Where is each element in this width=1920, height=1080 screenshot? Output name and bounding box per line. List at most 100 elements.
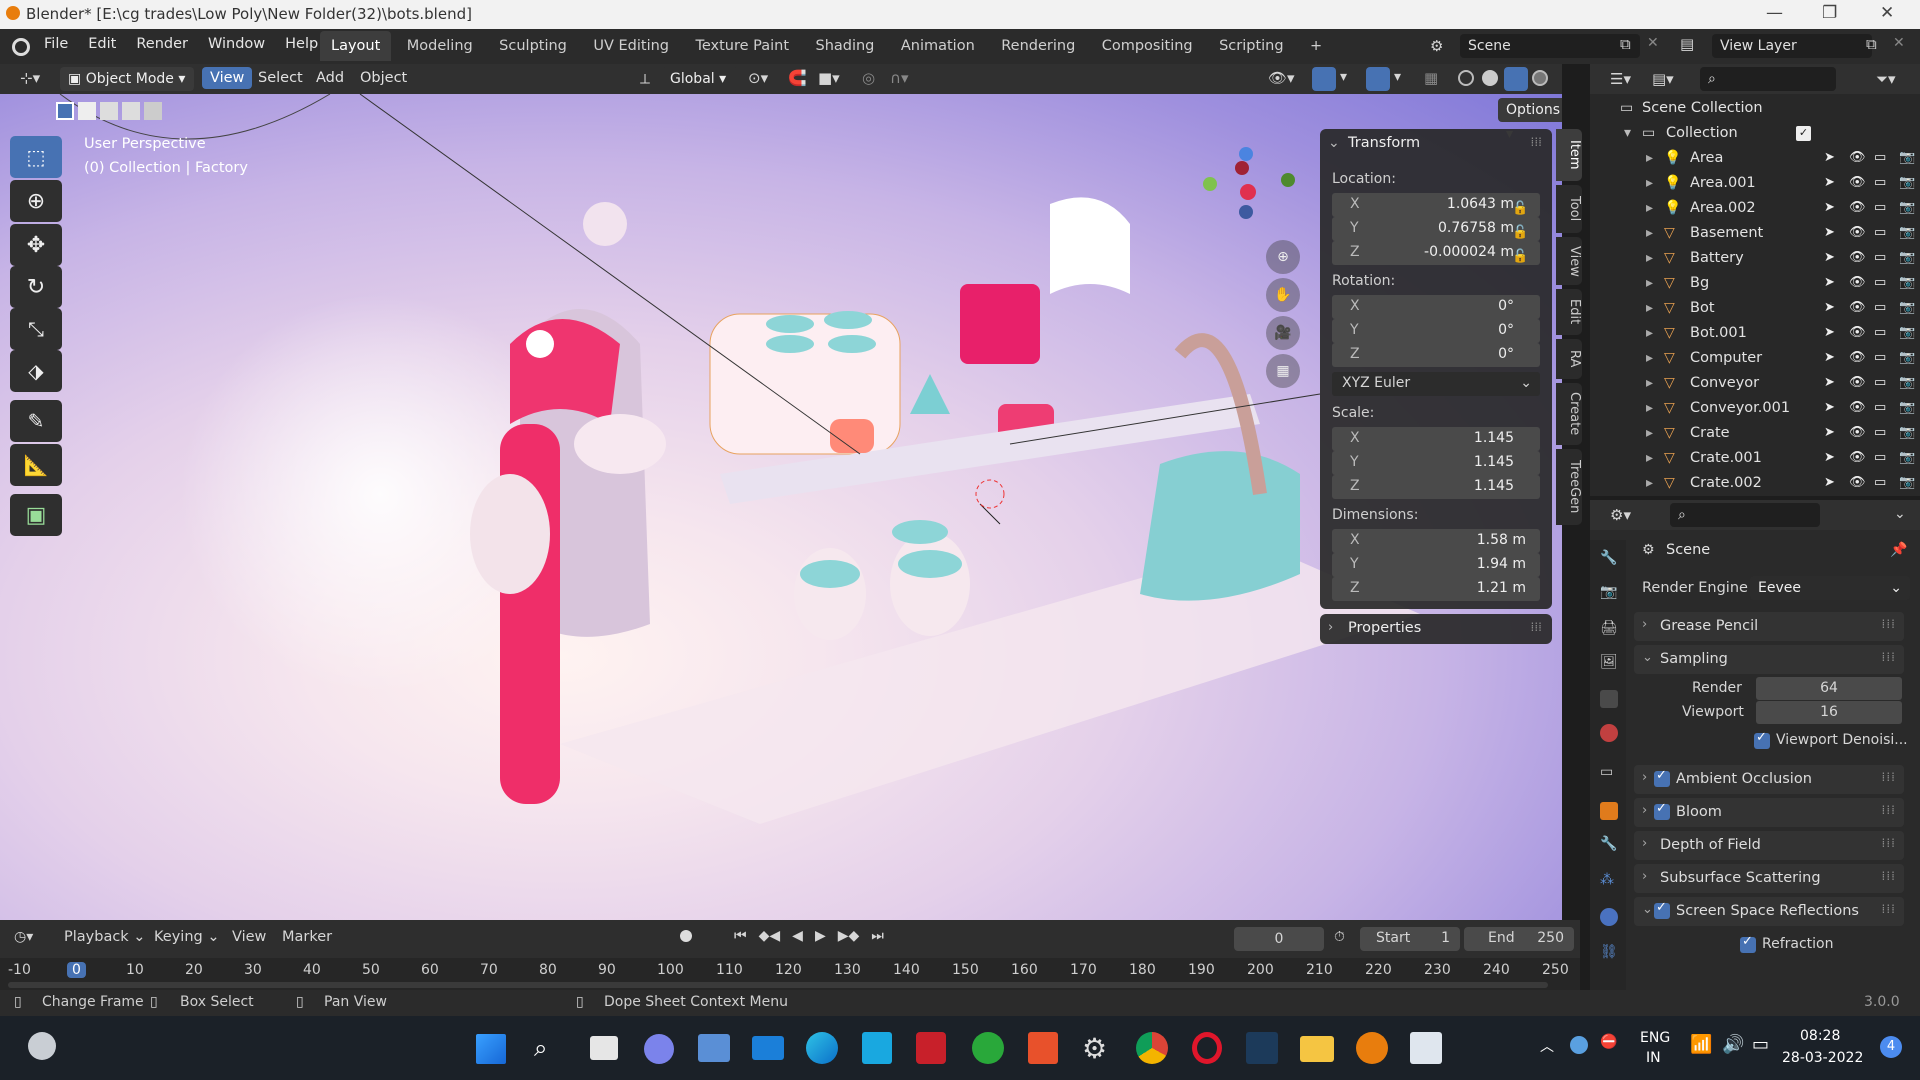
select-new-icon[interactable]: [56, 102, 74, 120]
network-off-icon[interactable]: ⛔: [1600, 1034, 1617, 1050]
timeline-scrollbar[interactable]: [8, 982, 1548, 988]
particles-tab-icon[interactable]: ⁂: [1600, 872, 1618, 890]
expand-icon[interactable]: ▸: [1646, 400, 1653, 416]
render-camera-icon[interactable]: 📷: [1899, 475, 1915, 490]
snap-icon[interactable]: 🧲: [788, 69, 807, 87]
viewport-icon[interactable]: ▭: [1874, 150, 1889, 165]
new-scene-icon[interactable]: ⧉: [1620, 35, 1631, 53]
expand-icon[interactable]: ▸: [1646, 250, 1653, 266]
render-camera-icon[interactable]: 📷: [1899, 325, 1915, 340]
select-arrow-icon[interactable]: ➤: [1824, 475, 1839, 490]
editor-type-icon[interactable]: ⊹▾: [20, 69, 40, 87]
eye-icon[interactable]: 👁: [1849, 225, 1866, 240]
select-box-tool[interactable]: ⬚: [10, 136, 62, 178]
eye-icon[interactable]: 👁: [1849, 275, 1866, 290]
rotation-z-field[interactable]: Z 0°: [1332, 343, 1540, 367]
lock-icon[interactable]: 🔓: [1512, 197, 1528, 221]
onedrive-icon[interactable]: [1570, 1036, 1588, 1054]
jump-keyframe-back-icon[interactable]: ◆◀: [759, 928, 781, 944]
outliner-item[interactable]: ▸ ▽ Conveyor.001 ➤ 👁 ▭ 📷: [1590, 396, 1920, 421]
drag-handle-icon[interactable]: ⁞⁞⁞: [1882, 650, 1896, 664]
overlays-dropdown-icon[interactable]: ▾: [1394, 69, 1401, 85]
drag-handle-icon[interactable]: ⁞⁞⁞: [1882, 770, 1896, 784]
grid-projection-icon[interactable]: ▦: [1266, 354, 1300, 388]
measure-tool[interactable]: 📐: [10, 444, 62, 486]
display-mode-icon[interactable]: ▤▾: [1652, 70, 1674, 88]
frame-ruler[interactable]: -10 0 10 20 30 40 50 60 70 80 90 100 110 120 130 140 150…: [0, 958, 1580, 990]
jump-end-icon[interactable]: ⏭: [871, 928, 884, 944]
physics-tab-icon[interactable]: [1600, 908, 1618, 926]
render-camera-icon[interactable]: 📷: [1899, 450, 1915, 465]
viewport-icon[interactable]: ▭: [1874, 425, 1889, 440]
language-label[interactable]: ENG: [1640, 1030, 1670, 1046]
lock-icon[interactable]: 🔓: [1512, 245, 1528, 269]
outliner-item[interactable]: ▸ ▽ Crate.002 ➤ 👁 ▭ 📷: [1590, 471, 1920, 496]
pan-hand-icon[interactable]: ✋: [1266, 278, 1300, 312]
remove-view-layer-icon[interactable]: ✕: [1893, 35, 1905, 51]
scene-tab-icon[interactable]: [1600, 690, 1618, 708]
file-explorer-icon[interactable]: [1300, 1036, 1334, 1062]
blender-menu-icon[interactable]: [12, 38, 30, 56]
new-view-layer-icon[interactable]: ⧉: [1866, 35, 1877, 53]
render-camera-icon[interactable]: 📷: [1899, 300, 1915, 315]
search-icon[interactable]: ⌕: [534, 1034, 547, 1062]
tab-treegen[interactable]: TreeGen: [1556, 449, 1582, 525]
expand-icon[interactable]: ▸: [1646, 300, 1653, 316]
edge-icon[interactable]: [806, 1032, 838, 1064]
properties-editor-icon[interactable]: ⚙▾: [1610, 506, 1631, 524]
viewport-icon[interactable]: ▭: [1874, 475, 1889, 490]
select-arrow-icon[interactable]: ➤: [1824, 400, 1839, 415]
outliner-item[interactable]: ▸ ▽ Conveyor ➤ 👁 ▭ 📷: [1590, 371, 1920, 396]
select-invert-icon[interactable]: [122, 102, 140, 120]
view-layer-selector[interactable]: View Layer: [1712, 34, 1872, 58]
tab-tool[interactable]: Tool: [1556, 185, 1582, 233]
select-arrow-icon[interactable]: ➤: [1824, 250, 1839, 265]
expand-icon[interactable]: ▸: [1646, 225, 1653, 241]
sampling-section[interactable]: ⌄ Sampling ⁞⁞⁞: [1634, 645, 1904, 674]
play-reverse-icon[interactable]: ◀: [792, 928, 803, 944]
scene-icon[interactable]: ⚙: [1430, 37, 1443, 55]
overlays-toggle-icon[interactable]: [1366, 67, 1390, 91]
minimize-icon[interactable]: —: [1766, 3, 1783, 23]
rotate-tool[interactable]: ↻: [10, 266, 62, 308]
tab-animation[interactable]: Animation: [890, 31, 986, 61]
location-y-field[interactable]: Y 0.76758 m: [1332, 217, 1540, 241]
expand-icon[interactable]: ▾: [1624, 125, 1631, 141]
outliner-item[interactable]: ▸ 💡 Area.001 ➤ 👁 ▭ 📷: [1590, 171, 1920, 196]
wireframe-shading-icon[interactable]: [1458, 70, 1474, 86]
downloader-icon[interactable]: [1246, 1032, 1278, 1064]
drag-handle-icon[interactable]: ⁞⁞⁞: [1882, 803, 1896, 817]
mail-icon[interactable]: [752, 1036, 784, 1060]
select-intersect-icon[interactable]: [144, 102, 162, 120]
world-tab-icon[interactable]: [1600, 724, 1618, 742]
marker-menu[interactable]: Marker: [282, 929, 332, 945]
tray-chevron-icon[interactable]: ︿: [1540, 1036, 1554, 1056]
rotation-mode-dropdown[interactable]: XYZ Euler ⌄: [1332, 372, 1540, 396]
close-icon[interactable]: ✕: [1880, 3, 1894, 23]
eye-icon[interactable]: 👁: [1849, 200, 1866, 215]
timeline-editor-icon[interactable]: ◷▾: [14, 929, 33, 945]
menu-render[interactable]: Render: [126, 36, 198, 52]
solid-shading-icon[interactable]: [1482, 70, 1498, 86]
dimensions-x-field[interactable]: X 1.58 m: [1332, 529, 1540, 553]
render-samples-field[interactable]: 64: [1756, 677, 1902, 700]
eye-icon[interactable]: 👁: [1849, 325, 1866, 340]
timeline-view-menu[interactable]: View: [232, 929, 266, 945]
drag-handle-icon[interactable]: ⁞⁞⁞: [1882, 869, 1896, 883]
teams-icon[interactable]: [644, 1034, 674, 1064]
tab-shading[interactable]: Shading: [804, 31, 885, 61]
expand-icon[interactable]: ▸: [1646, 350, 1653, 366]
select-arrow-icon[interactable]: ➤: [1824, 275, 1839, 290]
outliner-search-input[interactable]: ⌕: [1700, 67, 1836, 91]
scale-tool[interactable]: ⤡: [10, 308, 62, 350]
keying-menu[interactable]: Keying ⌄: [154, 929, 219, 945]
mcafee-icon[interactable]: [916, 1032, 946, 1064]
app-c-icon[interactable]: [1028, 1032, 1058, 1064]
zoom-icon[interactable]: ⊕: [1266, 240, 1300, 274]
eye-icon[interactable]: 👁: [1849, 375, 1866, 390]
rotation-y-field[interactable]: Y 0°: [1332, 319, 1540, 343]
outliner-collection[interactable]: ▾ ▭ Collection ✓: [1590, 121, 1920, 146]
render-tab-icon[interactable]: 📷: [1600, 584, 1618, 602]
editor-type-icon[interactable]: ☰▾: [1610, 70, 1631, 88]
task-view-icon[interactable]: [590, 1036, 618, 1060]
